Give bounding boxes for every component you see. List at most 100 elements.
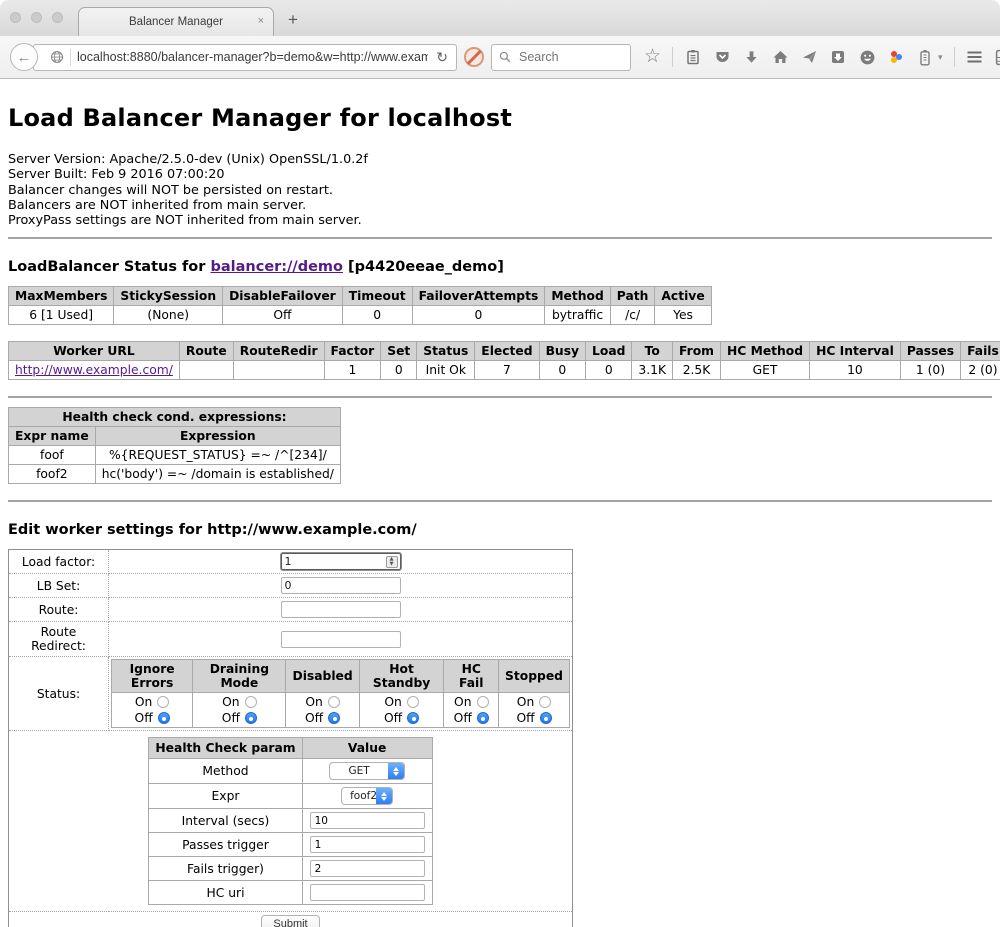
number-stepper[interactable]: ▲▼ (386, 556, 398, 568)
hc-fail-on-radio[interactable] (477, 696, 489, 708)
url-bar[interactable]: localhost:8880/balancer-manager?b=demo&w… (33, 44, 457, 71)
ignore-errors-off-radio[interactable] (158, 712, 170, 724)
bookmark-star-icon[interactable]: ☆ (644, 48, 661, 66)
table-title-row: Health check cond. expressions: (9, 408, 341, 427)
disabled-off-radio[interactable] (328, 712, 340, 724)
cell-elected: 7 (475, 361, 539, 380)
overflow-chevron-icon[interactable]: ▾ (938, 52, 943, 63)
hot-standby-on-radio[interactable] (407, 696, 419, 708)
draining-mode-on-radio[interactable] (245, 696, 257, 708)
adblock-disabled-icon[interactable] (464, 47, 484, 67)
method-select-value: GET (330, 763, 388, 779)
tab-close-icon[interactable]: × (258, 15, 264, 27)
cell-hc-method: GET (721, 361, 810, 380)
menu-hamburger-icon[interactable] (966, 48, 984, 66)
draining-mode-off-radio[interactable] (245, 712, 257, 724)
hc-uri-input[interactable] (310, 884, 425, 901)
col-hc-method: HC Method (721, 342, 810, 361)
hc-header-row: Health Check param Value (149, 738, 432, 759)
cell-busy: 0 (539, 361, 585, 380)
balancer-demo-link[interactable]: balancer://demo (210, 259, 343, 275)
send-tab-icon[interactable] (800, 48, 818, 66)
off-label: Off (135, 711, 153, 725)
cell-routeredir (233, 361, 324, 380)
search-input[interactable] (517, 49, 607, 65)
table-header-row: Worker URL Route RouteRedir Factor Set S… (9, 342, 1000, 361)
expr-select[interactable]: foof2 (341, 787, 393, 805)
hc-fail-off-radio[interactable] (477, 712, 489, 724)
cell-path: /c/ (610, 306, 655, 325)
ignore-errors-on-radio[interactable] (157, 696, 169, 708)
divider (8, 237, 992, 239)
pocket-icon[interactable] (713, 48, 731, 66)
on-label: On (305, 695, 322, 709)
cell-expression: %{REQUEST_STATUS} =~ /^[234]/ (95, 446, 340, 465)
cell-to: 3.1K (632, 361, 673, 380)
tab-groups-grid-icon[interactable] (995, 48, 1000, 66)
interval-input[interactable] (310, 812, 425, 829)
col-expr-name: Expr name (9, 427, 96, 446)
lb-set-input[interactable] (281, 577, 401, 594)
maximize-window-button[interactable] (52, 12, 63, 23)
off-label: Off (384, 711, 402, 725)
passes-trigger-label: Passes trigger (149, 833, 302, 857)
passes-trigger-input[interactable] (310, 836, 425, 853)
edit-worker-settings-heading: Edit worker settings for http://www.exam… (8, 522, 992, 538)
col-load: Load (586, 342, 632, 361)
url-text[interactable]: localhost:8880/balancer-manager?b=demo&w… (77, 50, 428, 64)
emoji-smiley-icon[interactable] (858, 48, 876, 66)
new-tab-button[interactable]: + (288, 11, 298, 28)
close-window-button[interactable] (10, 12, 21, 23)
globe-icon (50, 50, 64, 64)
cell-passes: 1 (0) (900, 361, 960, 380)
proxypass-notice-line: ProxyPass settings are NOT inherited fro… (8, 213, 992, 228)
home-icon[interactable] (771, 48, 789, 66)
route-input[interactable] (281, 601, 401, 618)
minimize-window-button[interactable] (31, 12, 42, 23)
load-factor-input[interactable] (281, 553, 401, 570)
off-label: Off (516, 711, 534, 725)
route-redirect-input[interactable] (281, 631, 401, 648)
form-row-health-check: Health Check param Value Method GET (9, 731, 573, 912)
cell-stickysession: (None) (114, 306, 223, 325)
method-select[interactable]: GET (329, 762, 405, 780)
hot-standby-off-radio[interactable] (407, 712, 419, 724)
expr-select-value: foof2 (342, 788, 376, 804)
disabled-on-radio[interactable] (328, 696, 340, 708)
cell-route (179, 361, 233, 380)
form-row-submit: Submit (9, 912, 573, 927)
status-label: Status: (9, 657, 109, 731)
col-ignore-errors: Ignore Errors (112, 660, 193, 693)
reload-icon[interactable]: ↻ (434, 49, 450, 66)
form-row-lb-set: LB Set: (9, 574, 573, 598)
table-row: foof2 hc('body') =~ /domain is establish… (9, 465, 341, 484)
back-button[interactable]: ← (10, 43, 38, 71)
toolbar-separator (672, 47, 673, 67)
col-busy: Busy (539, 342, 585, 361)
form-row-route-redirect: Route Redirect: (9, 622, 573, 657)
tab-balancer-manager[interactable]: Balancer Manager × (78, 7, 274, 36)
reading-list-icon[interactable] (684, 48, 702, 66)
browser-window: Balancer Manager × + ← localhost:8880/ba… (0, 0, 1000, 927)
save-to-box-icon[interactable] (829, 48, 847, 66)
stopped-off-radio[interactable] (540, 712, 552, 724)
col-from: From (673, 342, 721, 361)
search-bar[interactable] (491, 44, 631, 71)
worker-url-link[interactable]: http://www.example.com/ (15, 363, 173, 377)
battery-icon[interactable] (916, 48, 934, 66)
stopped-on-radio[interactable] (539, 696, 551, 708)
submit-button[interactable]: Submit (261, 915, 319, 927)
col-hc-fail: HC Fail (444, 660, 499, 693)
col-passes: Passes (900, 342, 960, 361)
col-disablefailover: DisableFailover (223, 287, 343, 306)
downloads-icon[interactable] (742, 48, 760, 66)
fails-trigger-input[interactable] (310, 860, 425, 877)
traffic-lights (10, 12, 63, 23)
col-disabled: Disabled (286, 660, 359, 693)
col-timeout: Timeout (342, 287, 412, 306)
cell-failoverattempts: 0 (412, 306, 545, 325)
colored-dots-extension-icon[interactable] (887, 48, 905, 66)
table-header-row: Expr name Expression (9, 427, 341, 446)
cell-maxmembers: 6 [1 Used] (9, 306, 114, 325)
cell-status: Init Ok (417, 361, 475, 380)
